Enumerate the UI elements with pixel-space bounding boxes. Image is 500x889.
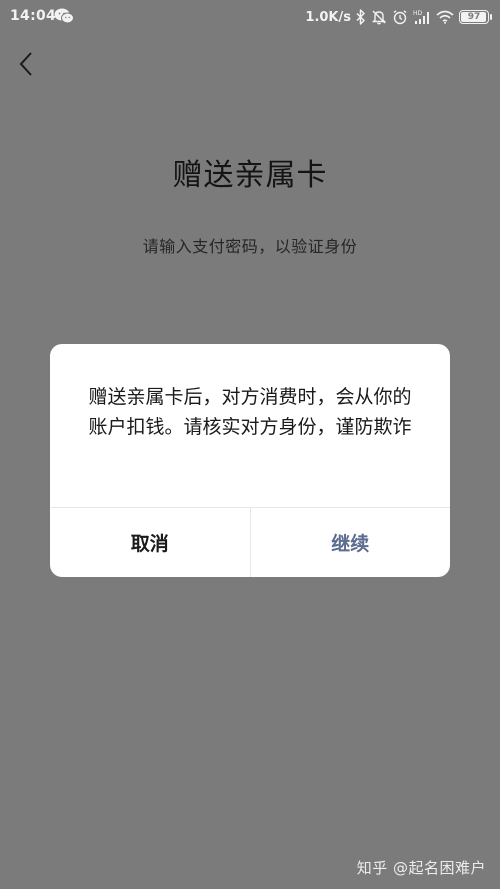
net-speed: 1.0K/s — [305, 9, 351, 25]
battery-level: 97 — [467, 12, 481, 22]
confirm-dialog: 赠送亲属卡后，对方消费时，会从你的账户扣钱。请核实对方身份，谨防欺诈 取消 继续 — [50, 344, 450, 577]
wifi-icon — [436, 10, 454, 24]
cancel-button[interactable]: 取消 — [50, 508, 251, 577]
dialog-message: 赠送亲属卡后，对方消费时，会从你的账户扣钱。请核实对方身份，谨防欺诈 — [88, 386, 412, 438]
status-icons: 1.0K/s HD 97 — [305, 6, 492, 28]
signal-icon: HD — [413, 10, 429, 24]
watermark: 知乎 @起名困难户 — [356, 859, 486, 877]
chevron-left-icon — [19, 52, 32, 76]
back-button[interactable] — [10, 46, 42, 82]
bluetooth-icon — [356, 9, 365, 25]
battery-icon: 97 — [459, 10, 489, 24]
page-title: 赠送亲属卡 — [172, 158, 328, 193]
svg-text:HD: HD — [413, 10, 423, 17]
screen: 14:04 1.0K/s HD 97 赠送亲属卡 请输入支付密码，以验证身份 赠… — [0, 0, 500, 889]
page-subtitle: 请输入支付密码，以验证身份 — [142, 237, 358, 256]
bell-off-icon — [371, 10, 387, 25]
dialog-actions: 取消 继续 — [50, 507, 450, 577]
status-bar: 14:04 1.0K/s HD 97 — [0, 0, 500, 34]
wechat-icon — [54, 8, 74, 24]
battery-cap — [490, 14, 492, 20]
continue-button[interactable]: 继续 — [251, 508, 451, 577]
alarm-icon — [393, 10, 407, 25]
status-time: 14:04 — [10, 8, 57, 24]
